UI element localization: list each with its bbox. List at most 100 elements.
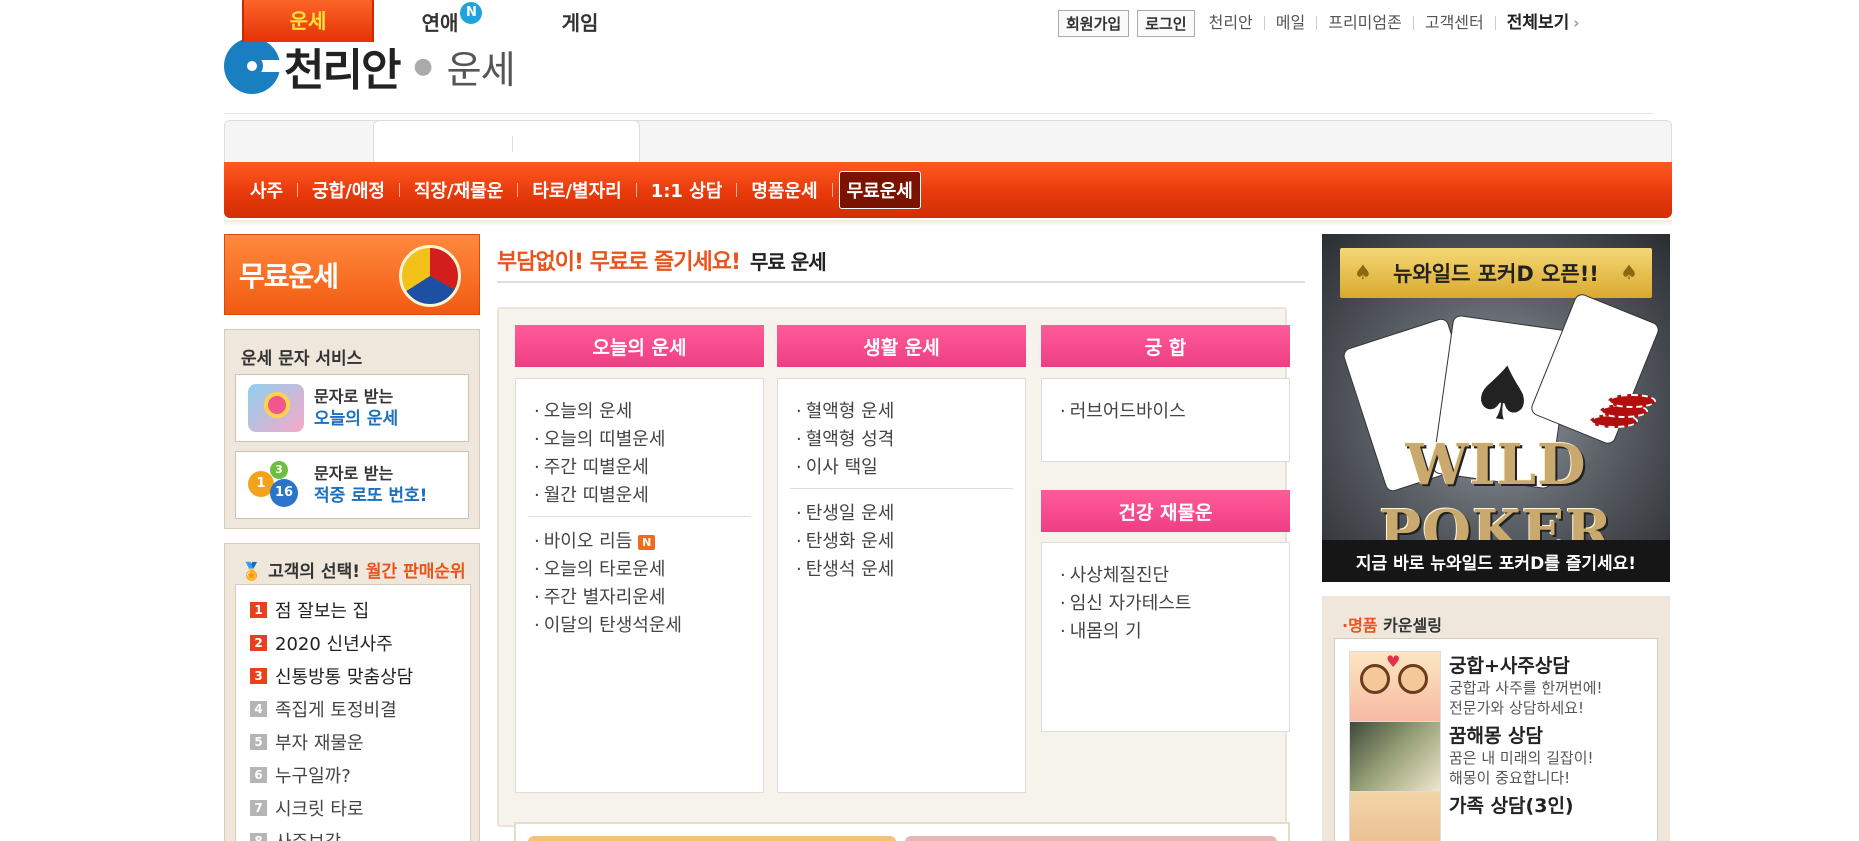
tab-separator [512,136,513,152]
fortune-link[interactable]: 탄생일 운세 [796,499,895,525]
taegeuk-fan-icon [399,245,461,307]
fortune-link[interactable]: 혈액형 성격 [796,425,895,451]
ranking-list: 1 점 잘보는 집 2 2020 신년사주 3 신통방통 맞춤상담 4 족집게 토정비결… [235,584,471,841]
counseling-item-title: 꿈해몽 상담 [1449,725,1544,747]
ranking-item[interactable]: 7 시크릿 타로 [250,795,364,821]
sms-item-line1: 문자로 받는 [314,387,394,406]
ranking-title-highlight: 월간 판매순위 [365,562,466,582]
counseling-item-desc: 궁합과 사주를 한꺼번에! 전문가와 상담하세요! [1449,679,1603,717]
category-list-health-wealth: 사상체질진단 임신 자가테스트 내몸의 기 [1041,542,1290,732]
tab-game[interactable]: 게임 [520,0,640,42]
subnav-shadow [224,220,1672,226]
family-thumbnail-icon [1349,791,1441,841]
fortune-link[interactable]: 주간 별자리운세 [534,583,666,609]
fortune-link[interactable]: 러브어드바이스 [1060,397,1186,423]
category-header-today: 오늘의 운세 [515,325,764,367]
counseling-item-desc: 꿈은 내 미래의 길잡이! 해몽이 중요합니다! [1449,749,1594,787]
fortune-link[interactable]: 오늘의 운세 [534,397,633,423]
rank-number-icon: 1 [250,602,267,618]
page-title-main: 부담없이! 무료로 즐기세요! [497,250,741,275]
fortune-link[interactable]: 사상체질진단 [1060,561,1169,587]
list-divider [528,516,751,517]
category-header-compatibility: 궁 합 [1041,325,1290,367]
fortune-link[interactable]: 이달의 탄생석운세 [534,611,682,637]
tab-fortune[interactable]: 운세 [242,0,374,42]
fortune-link[interactable]: 바이오 리듬 N [534,527,656,553]
counseling-item[interactable]: 꿈해몽 상담 꿈은 내 미래의 길잡이! 해몽이 중요합니다! [1349,721,1649,793]
subnav-one-on-one[interactable]: 1:1 상담 [637,177,737,203]
subnav-saju[interactable]: 사주 [246,177,297,203]
ranking-item-label: 시크릿 타로 [275,799,364,820]
signup-button[interactable]: 회원가입 [1058,9,1130,37]
free-fortune-banner-label: 무료운세 [239,259,339,293]
sms-item-line1: 문자로 받는 [314,464,394,483]
new-badge-icon: N [460,2,483,24]
rank-number-icon: 8 [250,833,267,841]
sms-today-fortune-text: 문자로 받는 오늘의 운세 [314,386,398,430]
ranking-item[interactable]: 1 점 잘보는 집 [250,597,369,623]
counseling-title-main: 카운셀링 [1383,616,1442,635]
subnav-free-fortune[interactable]: 무료운세 [838,171,921,209]
monthly-ranking-box: 🏅 고객의 선택! 월간 판매순위 1 점 잘보는 집 2 2020 신년사주 3신… [224,543,480,841]
view-all-link[interactable]: 전체보기 › [1494,14,1591,32]
category-list-today: 오늘의 운세 오늘의 띠별운세 주간 띠별운세 월간 띠별운세 바이오 리듬N … [515,378,764,793]
page-subtitle: 무료 운세 [750,250,827,274]
wild-poker-ad[interactable]: 뉴와일드 포커D 오픈!! ♠ ♠ ♠ WILD POKER 지금 바로 뉴와일… [1322,234,1670,582]
fortune-link[interactable]: 탄생화 운세 [796,527,895,553]
ranking-item-label: 2020 신년사주 [275,634,393,655]
ranking-title: 🏅 고객의 선택! 월간 판매순위 [241,557,466,582]
ranking-item[interactable]: 2 2020 신년사주 [250,630,393,656]
ranking-item-label: 신통방통 맞춤상담 [275,667,414,688]
fortune-link[interactable]: 오늘의 타로운세 [534,555,666,581]
counseling-item-title: 가족 상담(3인) [1449,795,1574,817]
sms-today-fortune-button[interactable]: 문자로 받는 오늘의 운세 [235,374,469,442]
subnav-separator [831,183,833,197]
sms-lotto-button[interactable]: 1 3 16 문자로 받는 적중 로또 번호! [235,451,469,519]
subnav-career-wealth[interactable]: 직장/재물운 [400,177,517,203]
bottom-banner-left[interactable] [528,836,896,841]
fortune-link[interactable]: 주간 띠별운세 [534,453,649,479]
title-divider [497,281,1305,283]
login-button[interactable]: 로그인 [1137,9,1195,37]
spade-icon: ♠ [1354,260,1372,284]
phone-flower-icon [248,384,304,432]
fortune-link[interactable]: 내몸의 기 [1060,617,1142,643]
site-logo[interactable]: 천리안 ● 운세 [224,34,516,98]
ranking-item[interactable]: 3 신통방통 맞춤상담 [250,663,413,689]
fortune-link[interactable]: 탄생석 운세 [796,555,895,581]
counseling-item[interactable]: 가족 상담(3인) [1349,791,1649,841]
logo-name: 천리안 [284,45,401,96]
new-badge-icon: N [638,534,656,550]
toplink-customer-center[interactable]: 고객센터 [1412,15,1495,31]
ranking-item[interactable]: 5 부자 재물운 [250,729,364,755]
fortune-link[interactable]: 이사 택일 [796,453,878,479]
tab-group-background [373,120,640,162]
toplink-premium[interactable]: 프리미엄존 [1316,15,1413,31]
sms-service-box: 운세 문자 서비스 문자로 받는 오늘의 운세 1 3 16 문자로 받는 적중… [224,329,480,529]
counseling-item[interactable]: ♥ 궁합+사주상담 궁합과 사주를 한꺼번에! 전문가와 상담하세요! [1349,651,1649,723]
toplink-chollian[interactable]: 천리안 [1203,15,1264,31]
fortune-link[interactable]: 월간 띠별운세 [534,481,649,507]
fortune-link[interactable]: 오늘의 띠별운세 [534,425,666,451]
top-links: 회원가입 로그인 천리안 메일 프리미엄존 고객센터 전체보기 › [1058,8,1590,38]
subnav-premium-fortune[interactable]: 명품운세 [737,177,831,203]
toplink-mail[interactable]: 메일 [1263,15,1316,31]
fortune-link[interactable]: 임신 자가테스트 [1060,589,1192,615]
ranking-item-label: 누구일까? [275,766,351,787]
tab-romance[interactable]: 연애 N [392,0,512,42]
ranking-item-label: 사주보감 [275,828,341,841]
ranking-item[interactable]: 4 족집게 토정비결 [250,696,397,722]
subnav-compatibility[interactable]: 궁합/애정 [298,177,399,203]
lotto-balls-icon: 1 3 16 [248,461,304,509]
counseling-item-title: 궁합+사주상담 [1449,655,1570,677]
rank-number-icon: 7 [250,800,267,816]
chevron-right-icon: › [1573,14,1580,32]
ranking-item[interactable]: 8 사주보감 [250,828,341,841]
couple-thumbnail-icon: ♥ [1349,651,1441,723]
rank-number-icon: 2 [250,635,267,651]
bottom-banner-right[interactable] [905,836,1277,841]
ranking-item[interactable]: 6 누구일까? [250,762,351,788]
fortune-link[interactable]: 혈액형 운세 [796,397,895,423]
subnav-tarot[interactable]: 타로/별자리 [518,177,635,203]
free-fortune-banner[interactable]: 무료운세 [224,234,480,315]
